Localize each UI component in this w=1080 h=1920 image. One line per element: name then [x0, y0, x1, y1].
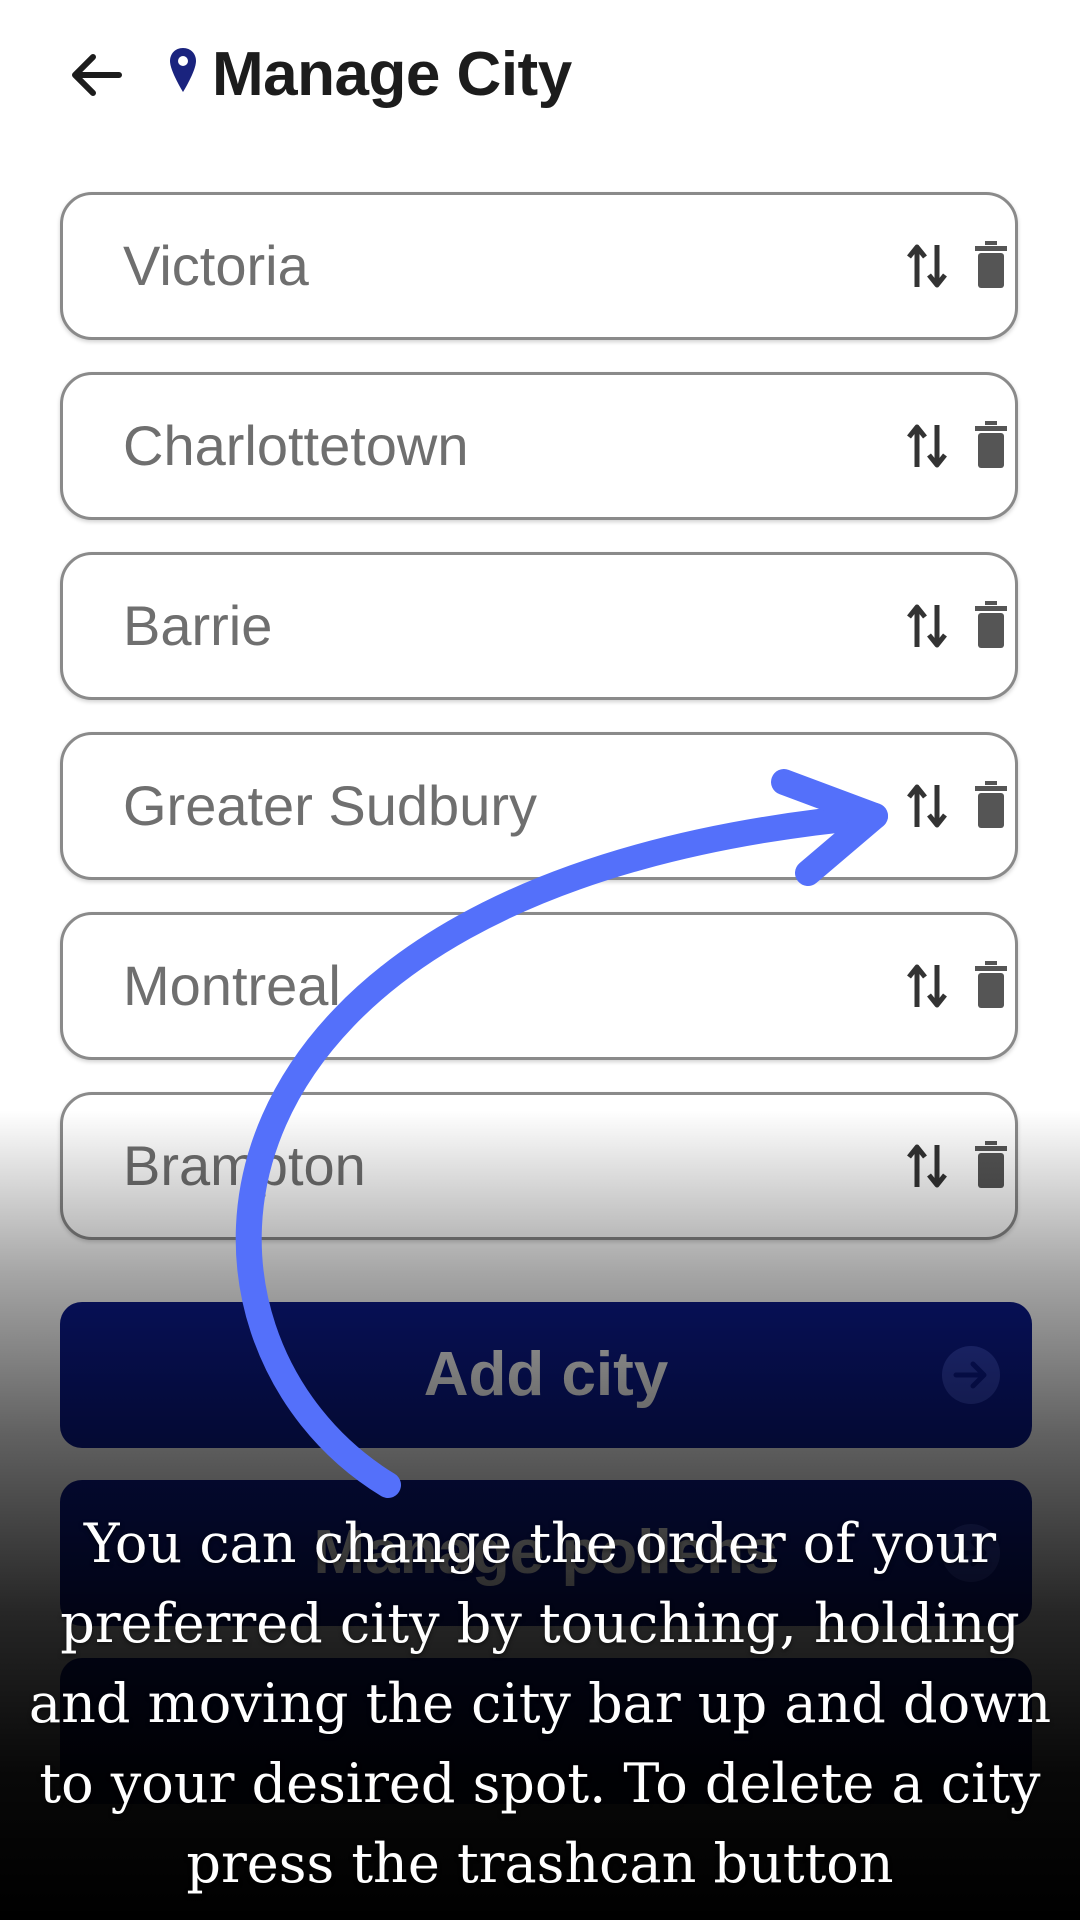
city-list: Victoria Charlottetown Barrie Greater Su…	[60, 192, 1018, 1272]
add-city-label: Add city	[423, 1340, 669, 1409]
page-title: Manage City	[212, 40, 572, 109]
city-row-montreal[interactable]: Montreal	[60, 912, 1018, 1060]
trash-icon[interactable]	[973, 1141, 1009, 1189]
swap-vertical-icon[interactable]	[905, 241, 949, 291]
city-name: Montreal	[123, 954, 341, 1017]
back-button[interactable]	[60, 40, 130, 110]
swap-vertical-icon[interactable]	[905, 781, 949, 831]
tutorial-caption: You can change the order of your preferr…	[28, 1512, 1052, 1895]
city-row-charlottetown[interactable]: Charlottetown	[60, 372, 1018, 520]
city-row-brampton[interactable]: Brampton	[60, 1092, 1018, 1240]
swap-vertical-icon[interactable]	[905, 961, 949, 1011]
add-city-button[interactable]: Add city	[60, 1302, 1032, 1448]
city-row-greater-sudbury[interactable]: Greater Sudbury	[60, 732, 1018, 880]
city-name: Victoria	[123, 234, 309, 297]
city-row-victoria[interactable]: Victoria	[60, 192, 1018, 340]
city-row-barrie[interactable]: Barrie	[60, 552, 1018, 700]
city-name: Greater Sudbury	[123, 774, 537, 837]
swap-vertical-icon[interactable]	[905, 1141, 949, 1191]
trash-icon[interactable]	[973, 961, 1009, 1009]
trash-icon[interactable]	[973, 421, 1009, 469]
city-name: Brampton	[123, 1134, 366, 1197]
city-name: Charlottetown	[123, 414, 469, 477]
arrow-left-icon	[72, 54, 122, 96]
swap-vertical-icon[interactable]	[905, 421, 949, 471]
app-header: Manage City	[0, 0, 1080, 150]
swap-vertical-icon[interactable]	[905, 601, 949, 651]
trash-icon[interactable]	[973, 241, 1009, 289]
trash-icon[interactable]	[973, 601, 1009, 649]
arrow-circle-right-icon	[942, 1346, 1000, 1404]
map-pin-icon	[170, 48, 196, 92]
trash-icon[interactable]	[973, 781, 1009, 829]
city-name: Barrie	[123, 594, 273, 657]
